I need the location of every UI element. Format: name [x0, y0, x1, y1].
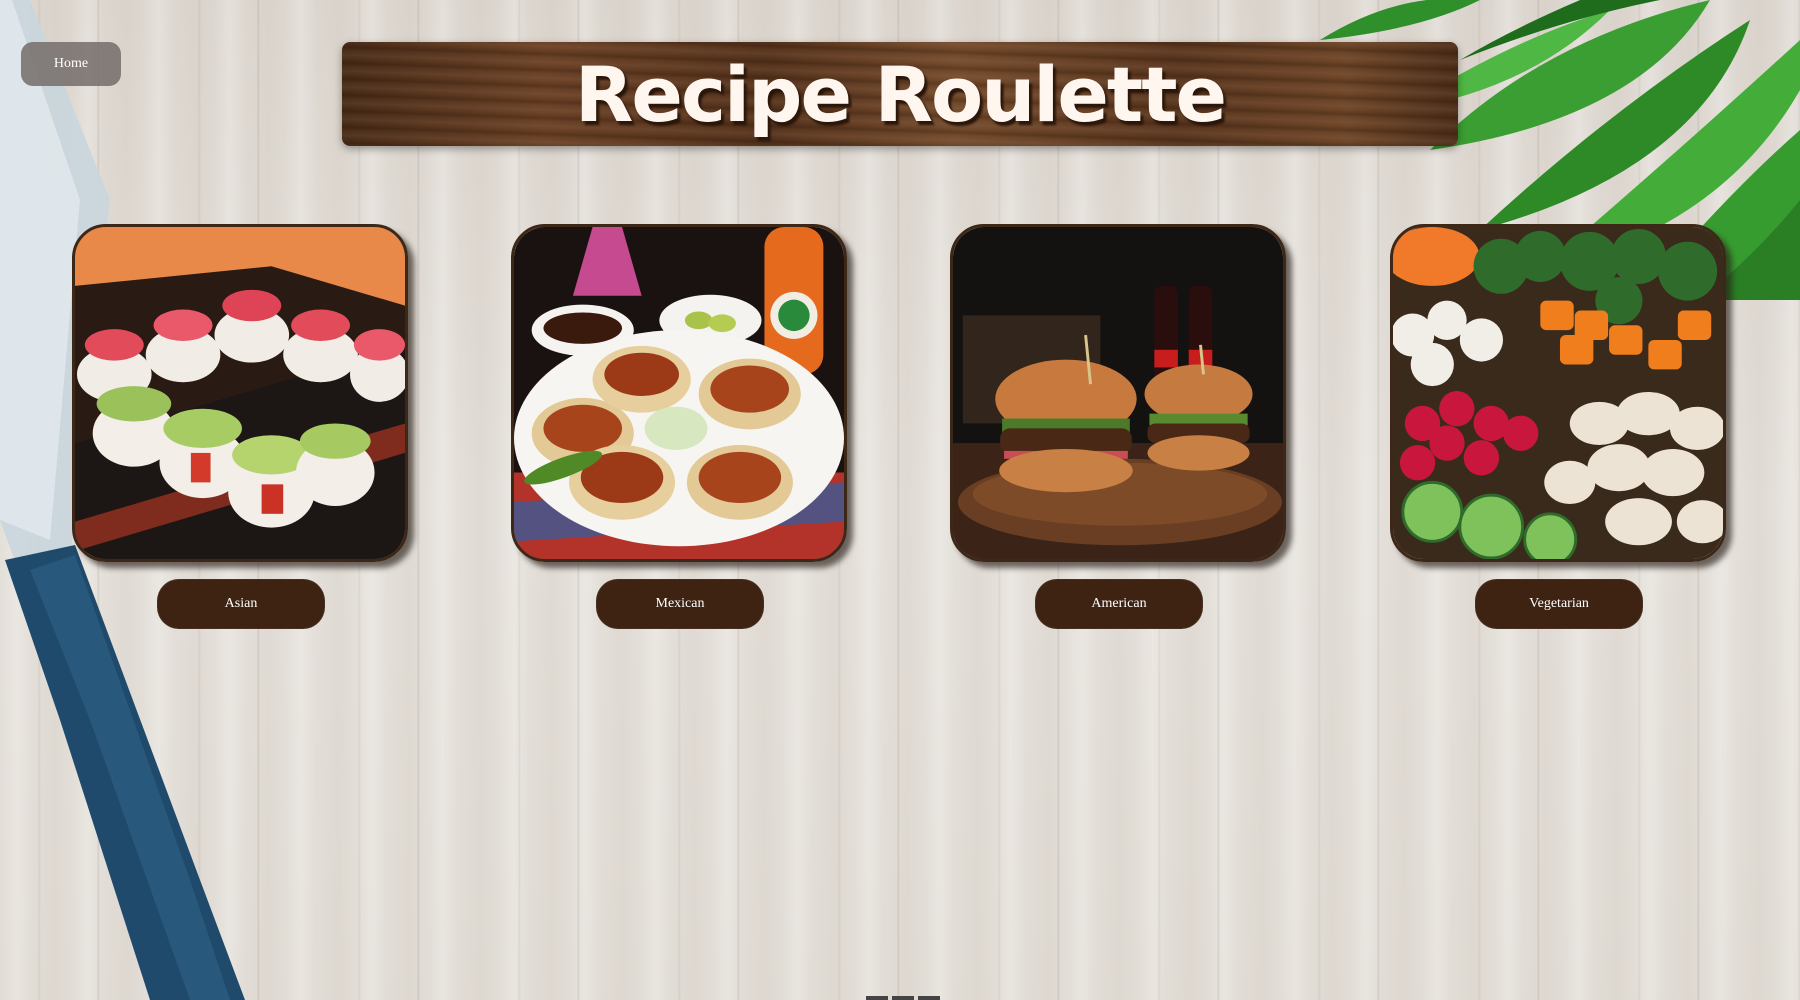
page-dot[interactable] — [918, 996, 940, 1000]
mexican-button[interactable]: Mexican — [596, 579, 764, 629]
category-card-vegetarian[interactable] — [1390, 224, 1726, 562]
page-title: Recipe Roulette — [574, 49, 1227, 139]
asian-button[interactable]: Asian — [157, 579, 325, 629]
category-card-asian[interactable] — [72, 224, 408, 562]
title-banner: Recipe Roulette — [342, 42, 1458, 146]
page-dot[interactable] — [892, 996, 914, 1000]
tacos-image — [514, 227, 844, 559]
home-button[interactable]: Home — [21, 42, 121, 86]
burgers-image — [953, 227, 1283, 559]
page-dot[interactable] — [866, 996, 888, 1000]
pagination-indicator — [866, 996, 940, 1000]
sushi-rolls-image — [75, 227, 405, 559]
american-button[interactable]: American — [1035, 579, 1203, 629]
vegetarian-button[interactable]: Vegetarian — [1475, 579, 1643, 629]
category-card-mexican[interactable] — [511, 224, 847, 562]
category-card-american[interactable] — [950, 224, 1286, 562]
vegetables-image — [1393, 227, 1723, 559]
